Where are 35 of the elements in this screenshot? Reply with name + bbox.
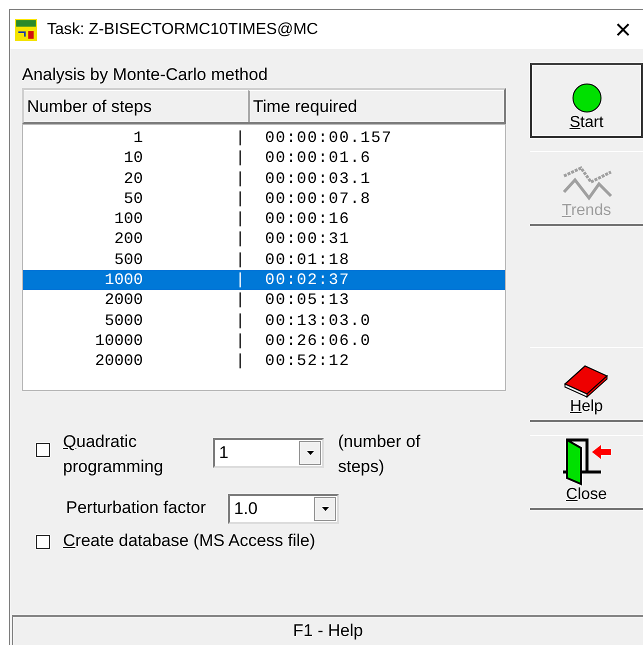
- steps-note: (number of steps): [338, 431, 422, 478]
- door-exit-icon: [560, 438, 612, 486]
- dropdown-arrow-icon: [306, 451, 314, 455]
- list-row[interactable]: 100 | 00:00:16: [23, 209, 505, 230]
- list-row[interactable]: 1000 | 00:02:37: [23, 270, 505, 290]
- list-row[interactable]: 2000 | 00:05:13: [23, 290, 505, 311]
- list-row[interactable]: 5000 | 00:13:03.0: [23, 310, 505, 331]
- app-icon: [15, 18, 37, 40]
- list-row[interactable]: 50 | 00:00:07.8: [23, 188, 505, 210]
- checkbox[interactable]: [36, 443, 50, 457]
- circle-icon: [570, 82, 602, 114]
- steps-dropdown[interactable]: 1: [213, 438, 324, 468]
- close-button[interactable]: ×: [603, 16, 643, 44]
- checkbox[interactable]: [36, 535, 50, 549]
- column-header[interactable]: Time required: [248, 90, 504, 122]
- status-bar: F1 - Help: [12, 615, 643, 645]
- list-row[interactable]: 10 | 00:00:01.6: [23, 148, 505, 169]
- book-icon: [562, 364, 610, 398]
- checkbox-label: Create database (MS Access file): [63, 531, 316, 551]
- start-button[interactable]: Start: [530, 63, 643, 138]
- help-button[interactable]: Help: [530, 347, 643, 422]
- list-row[interactable]: 200 | 00:00:31: [23, 229, 505, 250]
- list-row[interactable]: 20 | 00:00:03.1: [23, 168, 505, 189]
- group-label: Analysis by Monte-Carlo method: [22, 64, 269, 86]
- list-row[interactable]: 500 | 00:01:18: [23, 250, 505, 270]
- column-header[interactable]: Number of steps: [24, 90, 248, 122]
- dropdown-arrow-icon: [322, 507, 328, 511]
- list-row[interactable]: 1 | 00:00:00.157: [23, 128, 505, 148]
- perturbation-dropdown[interactable]: 1.0: [228, 494, 339, 524]
- close-button[interactable]: Close: [530, 435, 643, 510]
- list-row[interactable]: 20000 | 00:52:12: [23, 351, 505, 372]
- checkbox-label: Quadratic programming: [63, 431, 164, 478]
- perturbation-label: Perturbation factor: [65, 498, 207, 518]
- list-row[interactable]: 10000 | 00:26:06.0: [23, 330, 505, 352]
- window-title: Task: Z-BISECTORMC10TIMES@MC: [47, 20, 320, 38]
